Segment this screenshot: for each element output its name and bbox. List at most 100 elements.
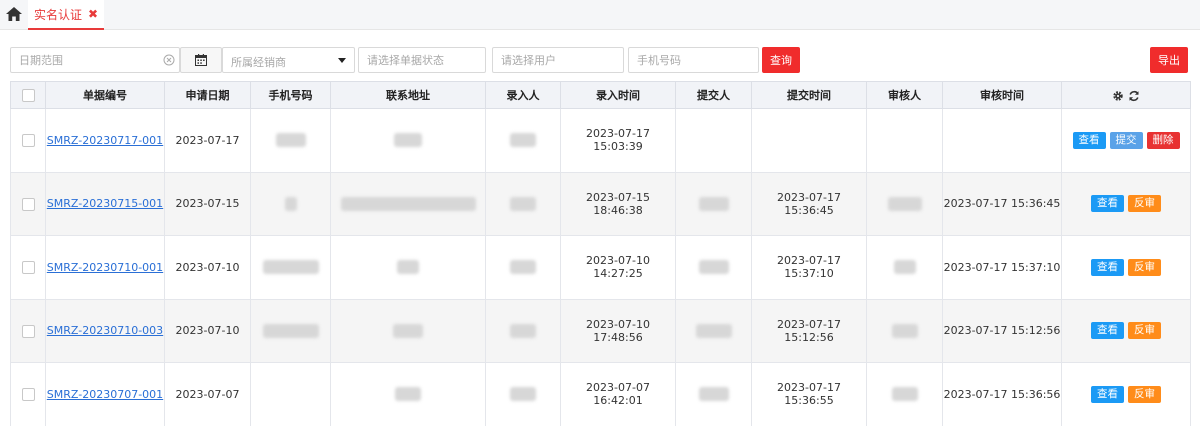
table-row[interactable]: SMRZ-20230715-001 2023-07-15 2023-07-15 … bbox=[10, 171, 1191, 236]
row-checkbox[interactable] bbox=[21, 134, 35, 147]
submit-time: 2023-07-17 15:36:45 bbox=[751, 171, 867, 236]
submit-time: 2023-07-17 15:12:56 bbox=[751, 298, 867, 363]
auditor-masked bbox=[866, 298, 943, 363]
auditor-masked bbox=[866, 235, 943, 300]
delete-button[interactable]: 删除 bbox=[1146, 131, 1180, 149]
apply-date: 2023-07-10 bbox=[164, 298, 251, 363]
apply-date: 2023-07-15 bbox=[164, 171, 251, 236]
submit-time: 2023-07-17 15:37:10 bbox=[751, 235, 867, 300]
submitter-masked bbox=[675, 298, 752, 363]
phone-masked bbox=[250, 108, 331, 173]
submit-time: 2023-07-17 15:36:55 bbox=[751, 362, 867, 426]
entry-time: 2023-07-17 15:03:39 bbox=[560, 108, 676, 173]
address-masked bbox=[330, 362, 486, 426]
header-address: 联系地址 bbox=[330, 81, 486, 109]
header-select-all[interactable] bbox=[10, 81, 46, 109]
revoke-button[interactable]: 反审 bbox=[1128, 258, 1161, 276]
header-date: 申请日期 bbox=[164, 81, 251, 109]
audit-time: 2023-07-17 15:36:45 bbox=[942, 171, 1062, 236]
phone-input[interactable] bbox=[629, 48, 758, 72]
table-row[interactable]: SMRZ-20230717-001 2023-07-17 2023-07-17 … bbox=[10, 108, 1191, 173]
select-all-checkbox[interactable] bbox=[21, 88, 35, 102]
entry-time: 2023-07-10 14:27:25 bbox=[560, 235, 676, 300]
view-button[interactable]: 查看 bbox=[1091, 258, 1124, 276]
record-id-link[interactable]: SMRZ-20230717-001 bbox=[47, 134, 163, 147]
submit-button[interactable]: 提交 bbox=[1109, 131, 1143, 149]
row-checkbox[interactable] bbox=[21, 388, 35, 401]
record-id-link[interactable]: SMRZ-20230710-003 bbox=[47, 324, 163, 337]
home-icon[interactable] bbox=[6, 7, 22, 21]
record-id-link[interactable]: SMRZ-20230707-001 bbox=[47, 388, 163, 401]
record-id-link[interactable]: SMRZ-20230715-001 bbox=[47, 197, 163, 210]
row-checkbox[interactable] bbox=[21, 197, 35, 211]
table-row[interactable]: SMRZ-20230710-003 2023-07-10 2023-07-10 … bbox=[10, 298, 1191, 363]
entry-user-masked bbox=[485, 362, 561, 426]
entry-time: 2023-07-15 18:46:38 bbox=[560, 171, 676, 236]
header-audit-time: 审核时间 bbox=[942, 81, 1062, 109]
tab-label: 实名认证 bbox=[34, 7, 83, 22]
submitter-masked bbox=[675, 171, 752, 236]
phone-masked bbox=[250, 235, 331, 300]
phone-masked bbox=[250, 171, 331, 236]
query-button[interactable]: 查询 bbox=[762, 47, 800, 73]
user-input[interactable] bbox=[493, 48, 623, 72]
view-button[interactable]: 查看 bbox=[1072, 131, 1106, 149]
chevron-down-icon bbox=[338, 58, 346, 63]
submit-time bbox=[751, 108, 867, 173]
header-submit-time: 提交时间 bbox=[751, 81, 867, 109]
audit-time: 2023-07-17 15:36:56 bbox=[942, 362, 1062, 426]
table-header: 单据编号 申请日期 手机号码 联系地址 录入人 录入时间 提交人 提交时间 审核… bbox=[10, 81, 1191, 109]
clear-icon[interactable] bbox=[163, 54, 175, 66]
phone-field[interactable] bbox=[628, 47, 759, 73]
entry-time: 2023-07-10 17:48:56 bbox=[560, 298, 676, 363]
view-button[interactable]: 查看 bbox=[1091, 385, 1124, 403]
refresh-icon[interactable] bbox=[1128, 90, 1140, 102]
close-icon[interactable]: ✖ bbox=[88, 8, 98, 20]
address-masked bbox=[330, 298, 486, 363]
table-row[interactable]: SMRZ-20230710-001 2023-07-10 2023-07-10 … bbox=[10, 235, 1191, 300]
view-button[interactable]: 查看 bbox=[1091, 322, 1124, 340]
record-id-link[interactable]: SMRZ-20230710-001 bbox=[47, 261, 163, 274]
row-checkbox[interactable] bbox=[21, 261, 35, 274]
address-masked bbox=[330, 171, 486, 236]
auditor-masked bbox=[866, 171, 943, 236]
submitter-masked bbox=[675, 362, 752, 426]
revoke-button[interactable]: 反审 bbox=[1128, 385, 1161, 403]
submitter bbox=[675, 108, 752, 173]
header-id: 单据编号 bbox=[45, 81, 165, 109]
date-range-input[interactable] bbox=[11, 48, 179, 72]
apply-date: 2023-07-07 bbox=[164, 362, 251, 426]
header-entry-user: 录入人 bbox=[485, 81, 561, 109]
address-masked bbox=[330, 235, 486, 300]
audit-time: 2023-07-17 15:37:10 bbox=[942, 235, 1062, 300]
filter-bar: 所属经销商 查询 导出 bbox=[10, 47, 1190, 73]
dealer-select[interactable]: 所属经销商 bbox=[222, 47, 355, 73]
calendar-icon bbox=[195, 54, 207, 66]
records-table: 单据编号 申请日期 手机号码 联系地址 录入人 录入时间 提交人 提交时间 审核… bbox=[10, 81, 1191, 426]
address-masked bbox=[330, 108, 486, 173]
export-button[interactable]: 导出 bbox=[1150, 47, 1188, 73]
date-range-field[interactable] bbox=[10, 47, 180, 73]
row-checkbox[interactable] bbox=[21, 324, 35, 338]
view-button[interactable]: 查看 bbox=[1091, 195, 1124, 213]
entry-time: 2023-07-07 16:42:01 bbox=[560, 362, 676, 426]
auditor-masked bbox=[866, 362, 943, 426]
auditor bbox=[866, 108, 943, 173]
apply-date: 2023-07-17 bbox=[164, 108, 251, 173]
status-input[interactable] bbox=[359, 48, 485, 72]
header-actions bbox=[1061, 81, 1191, 109]
entry-user-masked bbox=[485, 171, 561, 236]
table-row[interactable]: SMRZ-20230707-001 2023-07-07 2023-07-07 … bbox=[10, 362, 1191, 426]
apply-date: 2023-07-10 bbox=[164, 235, 251, 300]
user-field[interactable] bbox=[492, 47, 624, 73]
calendar-button[interactable] bbox=[180, 47, 222, 73]
status-field[interactable] bbox=[358, 47, 486, 73]
header-phone: 手机号码 bbox=[250, 81, 331, 109]
header-entry-time: 录入时间 bbox=[560, 81, 676, 109]
dealer-select-text: 所属经销商 bbox=[231, 56, 286, 69]
revoke-button[interactable]: 反审 bbox=[1128, 195, 1161, 213]
entry-user-masked bbox=[485, 235, 561, 300]
revoke-button[interactable]: 反审 bbox=[1128, 322, 1161, 340]
tab-real-name-auth[interactable]: 实名认证 ✖ bbox=[28, 0, 105, 30]
gear-icon[interactable] bbox=[1112, 90, 1124, 102]
